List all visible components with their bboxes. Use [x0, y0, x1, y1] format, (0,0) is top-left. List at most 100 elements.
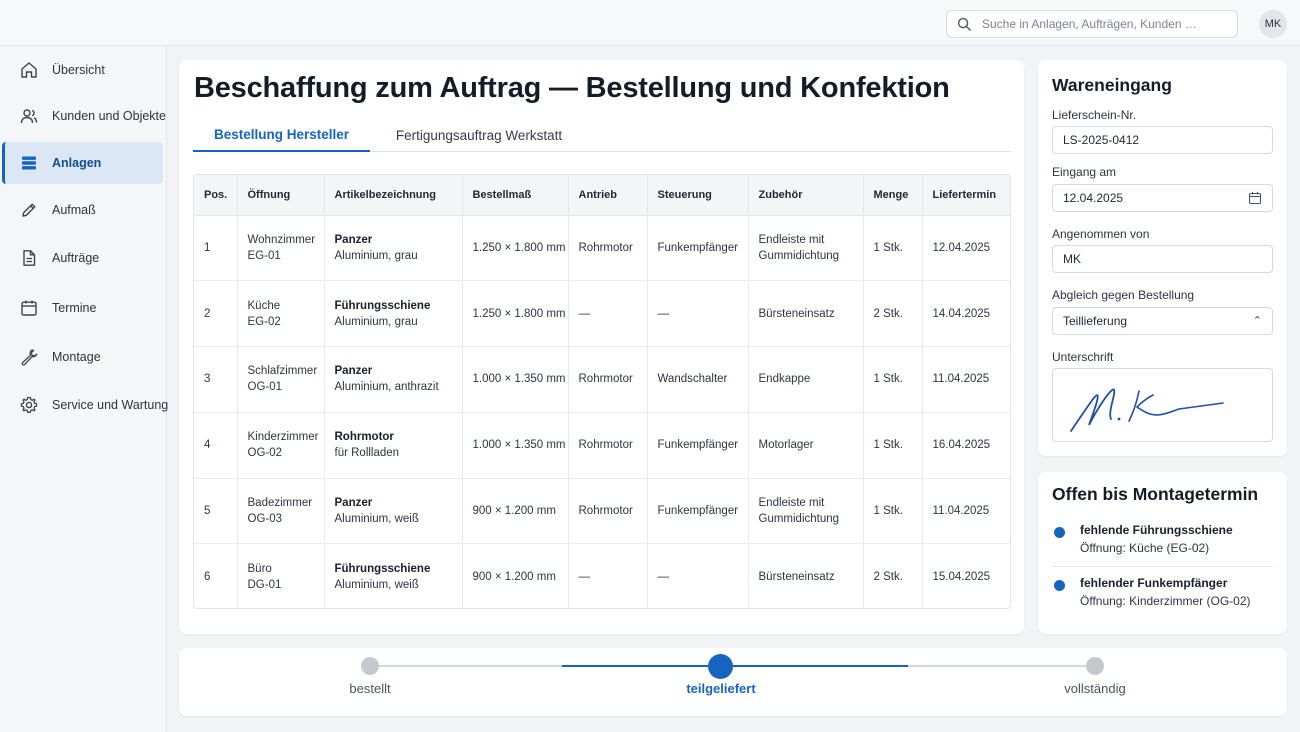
- main-card: Beschaffung zum Auftrag — Bestellung und…: [179, 60, 1024, 634]
- avatar[interactable]: MK: [1259, 10, 1287, 38]
- oeffnung-code: EG-01: [247, 249, 281, 262]
- top-bar: MK: [0, 0, 1300, 46]
- tab-bar: Bestellung Hersteller Fertigungsauftrag …: [193, 118, 1011, 152]
- home-icon: [21, 62, 37, 78]
- oeffnung-code: DG-01: [247, 579, 282, 592]
- sidebar-item-label: Übersicht: [52, 63, 105, 77]
- table-row[interactable]: 5 Badezimmer OG-03 Panzer Aluminium, weiß …: [194, 478, 1010, 545]
- table-row[interactable]: 3 Schlafzimmer OG-01 Panzer Aluminium, ant…: [194, 346, 1010, 413]
- cell-oeffnung: Kinderzimmer OG-02: [237, 412, 325, 479]
- cell-artikel: Panzer Aluminium, anthrazit: [324, 346, 463, 413]
- step-label-teilgeliefert: teilgeliefert: [686, 681, 756, 696]
- artikel-name: Führungsschiene: [334, 299, 431, 312]
- artikel-detail: Aluminium, grau: [334, 249, 418, 262]
- status-dot-icon: [1054, 527, 1065, 538]
- unterschrift-label: Unterschrift: [1052, 350, 1114, 364]
- step-dot-vollstaendig: [1086, 657, 1104, 675]
- cell-menge: 1 Stk.: [863, 412, 923, 479]
- lieferschein-field[interactable]: [1052, 126, 1273, 154]
- search-input[interactable]: [982, 17, 1222, 31]
- list-item[interactable]: fehlende Führungsschiene Öffnung: Küche …: [1052, 523, 1273, 559]
- open-item-sub: Öffnung: Küche (EG-02): [1080, 541, 1210, 555]
- abgleich-select[interactable]: Teillieferung ⌃: [1052, 307, 1273, 335]
- table-row[interactable]: 4 Kinderzimmer OG-02 Rohrmotor für Rolllad…: [194, 412, 1010, 479]
- table-row[interactable]: 1 Wohnzimmer EG-01 Panzer Aluminium, grau …: [194, 215, 1010, 282]
- column-header: Pos.: [194, 175, 238, 216]
- cell-steuerung: Funkempfänger: [647, 215, 749, 282]
- angenommen-field[interactable]: [1052, 245, 1273, 273]
- column-header: Öffnung: [237, 175, 325, 216]
- sidebar-item-aufmass[interactable]: Aufmaß: [2, 189, 163, 231]
- search-box[interactable]: [946, 10, 1238, 38]
- cell-antrieb: Rohrmotor: [568, 346, 648, 413]
- cell-oeffnung: Küche EG-02: [237, 280, 325, 348]
- sidebar-item-label: Termine: [52, 301, 97, 315]
- cell-bestellmass: 1.000 × 1.350 mm: [462, 412, 569, 479]
- cell-liefertermin: 14.04.2025: [922, 280, 1010, 348]
- sidebar-item-service[interactable]: Service und Wartung: [2, 384, 168, 426]
- sidebar-item-termine[interactable]: Termine: [2, 287, 163, 329]
- stepper-line: [908, 665, 1086, 667]
- cell-liefertermin: 15.04.2025: [932, 571, 991, 584]
- eingang-date-field[interactable]: [1052, 184, 1273, 212]
- table-row[interactable]: 6 Büro DG-01 Führungsschiene Aluminium, we…: [194, 543, 1010, 608]
- artikel-detail: Aluminium, weiß: [334, 579, 419, 592]
- cell-antrieb: Rohrmotor: [568, 215, 648, 282]
- sidebar-item-label: Service und Wartung: [52, 398, 169, 412]
- sidebar-item-montage[interactable]: Montage: [2, 336, 163, 378]
- cell-pos: 1: [194, 215, 238, 282]
- offen-title: Offen bis Montagetermin: [1052, 484, 1259, 504]
- open-item-title: fehlender Funkempfänger: [1080, 576, 1228, 590]
- tab-fertigungsauftrag[interactable]: Fertigungsauftrag Werkstatt: [385, 118, 573, 152]
- column-header: Bestellmaß: [462, 175, 569, 216]
- sidebar-item-auftraege[interactable]: Aufträge: [2, 237, 163, 279]
- select-chevron-icon: ⌃: [1252, 315, 1262, 327]
- column-header: Zubehör: [748, 175, 864, 216]
- search-icon: [957, 17, 971, 31]
- eingang-label: Eingang am: [1052, 165, 1117, 179]
- sidebar-item-kunden[interactable]: Kunden und Objekte: [2, 95, 166, 137]
- angenommen-label: Angenommen von: [1052, 227, 1150, 241]
- cell-zubehoer: Endleiste mit Gummidichtung: [748, 215, 864, 282]
- cell-zubehoer: Bürsteneinsatz: [748, 543, 864, 608]
- column-header: Liefertermin: [922, 175, 1010, 216]
- step-label-vollstaendig: vollständig: [1064, 681, 1126, 696]
- sidebar-item-label: Anlagen: [52, 156, 102, 170]
- tab-bestellung-hersteller[interactable]: Bestellung Hersteller: [193, 118, 370, 152]
- stack-icon: [22, 156, 36, 170]
- signature-image: [1070, 388, 1224, 432]
- cell-artikel: Panzer Aluminium, grau: [324, 215, 463, 282]
- cell-artikel: Führungsschiene Aluminium, weiß: [324, 543, 463, 608]
- cell-artikel: Rohrmotor für Rollladen: [324, 412, 463, 479]
- cell-menge: 1 Stk.: [863, 478, 923, 545]
- eingang-input[interactable]: [1063, 191, 1233, 205]
- cell-bestellmass: 1.000 × 1.350 mm: [462, 346, 569, 413]
- stepper-line-active: [562, 665, 708, 667]
- cell-antrieb: Rohrmotor: [568, 478, 648, 545]
- calendar-icon[interactable]: [1248, 191, 1262, 205]
- cell-menge: 1 Stk.: [863, 215, 923, 282]
- cell-steuerung: —: [647, 543, 749, 608]
- artikel-detail: Aluminium, anthrazit: [334, 381, 439, 394]
- oeffnung-name: Schlafzimmer: [247, 365, 318, 378]
- lieferschein-input[interactable]: [1063, 133, 1233, 147]
- step-label-bestellt: bestellt: [349, 681, 391, 696]
- cell-steuerung: Funkempfänger: [647, 478, 749, 545]
- table-row[interactable]: 2 Küche EG-02 Führungsschiene Aluminium, g…: [194, 280, 1010, 348]
- step-dot-bestellt: [361, 657, 379, 675]
- oeffnung-name: Küche: [247, 299, 281, 312]
- order-table: Pos. Öffnung Artikelbezeichnung Bestellm…: [193, 174, 1011, 609]
- table-header-row: Pos. Öffnung Artikelbezeichnung Bestellm…: [194, 175, 1010, 216]
- cell-pos: 4: [194, 412, 238, 479]
- cell-pos: 6: [194, 543, 238, 608]
- artikel-detail: Aluminium, grau: [334, 315, 418, 328]
- list-item[interactable]: fehlender Funkempfänger Öffnung: Kinderz…: [1052, 576, 1273, 612]
- sidebar-item-anlagen[interactable]: Anlagen: [2, 142, 163, 184]
- stepper-line: [379, 665, 562, 667]
- stepper-line-active: [733, 665, 908, 667]
- angenommen-input[interactable]: [1063, 252, 1233, 266]
- lieferschein-label: Lieferschein-Nr.: [1052, 108, 1137, 122]
- signature-pad[interactable]: [1052, 368, 1273, 442]
- calendar-icon: [21, 300, 37, 316]
- sidebar-item-uebersicht[interactable]: Übersicht: [2, 49, 163, 91]
